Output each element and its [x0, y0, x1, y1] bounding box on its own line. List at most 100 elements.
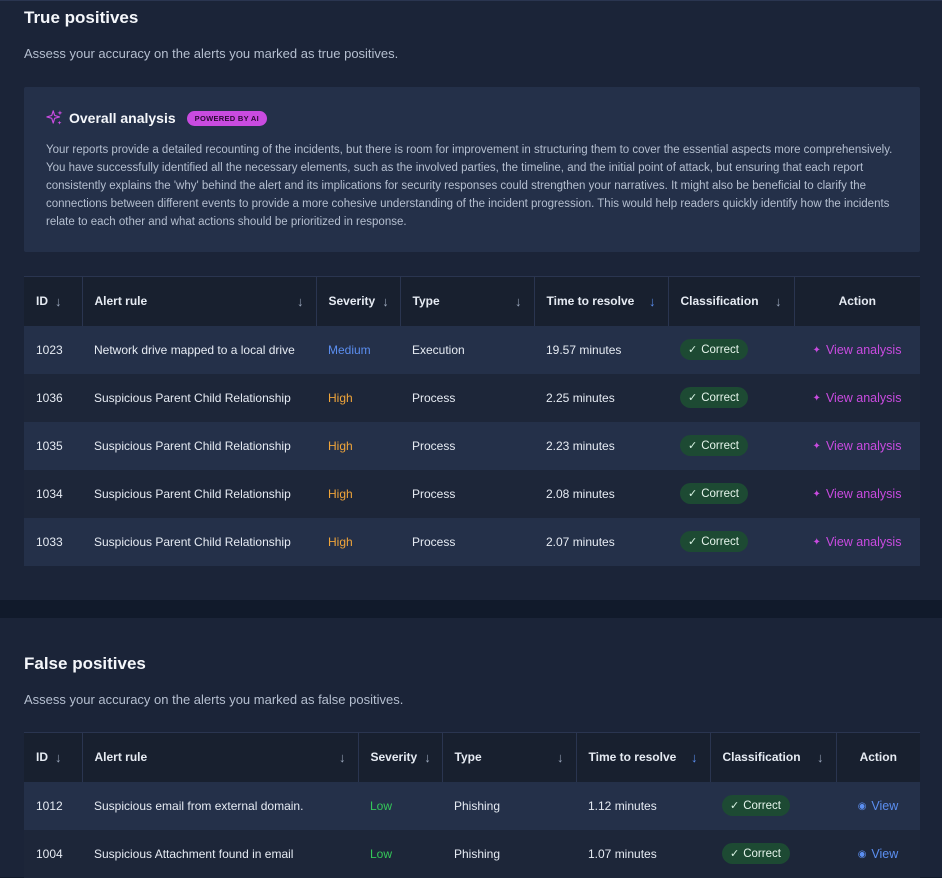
eye-icon: ◉	[857, 848, 867, 860]
sort-arrow-icon[interactable]: ↓	[382, 294, 389, 309]
sort-arrow-icon[interactable]: ↓	[691, 750, 698, 765]
column-header-type[interactable]: Type ↓	[442, 732, 577, 782]
table-row: 1033 Suspicious Parent Child Relationshi…	[24, 517, 920, 566]
cell-severity: High	[316, 373, 400, 422]
overall-analysis-title: Overall analysis	[69, 110, 176, 126]
view-link[interactable]: ◉ View	[858, 847, 899, 861]
true-positives-title: True positives	[24, 8, 139, 27]
correct-badge: ✓ Correct	[722, 795, 790, 816]
column-header-time-to-resolve[interactable]: Time to resolve ↓	[576, 732, 711, 782]
view-analysis-link[interactable]: ✦ View analysis	[813, 343, 902, 357]
table-row: 1036 Suspicious Parent Child Relationshi…	[24, 373, 920, 422]
sort-arrow-icon[interactable]: ↓	[817, 750, 824, 765]
correct-badge: ✓ Correct	[680, 339, 748, 360]
sort-arrow-icon[interactable]: ↓	[515, 294, 522, 309]
cell-type: Phishing	[442, 829, 576, 878]
correct-badge: ✓ Correct	[680, 483, 748, 504]
cell-type: Process	[400, 469, 534, 518]
cell-time-to-resolve: 2.25 minutes	[534, 373, 668, 422]
cell-type: Process	[400, 517, 534, 566]
column-header-classification[interactable]: Classification ↓	[710, 732, 837, 782]
false-positives-table: ID ↓ Alert rule ↓ Severity ↓ Type ↓ Time to …	[24, 732, 920, 878]
cell-type: Execution	[400, 325, 534, 374]
cell-id: 1012	[24, 781, 82, 830]
sort-arrow-icon[interactable]: ↓	[339, 750, 346, 765]
sort-arrow-icon[interactable]: ↓	[557, 750, 564, 765]
table-row: 1023 Network drive mapped to a local dri…	[24, 325, 920, 374]
cell-alert-rule: Suspicious Parent Child Relationship	[82, 421, 316, 470]
column-header-alert-rule[interactable]: Alert rule ↓	[82, 732, 359, 782]
cell-alert-rule: Suspicious email from external domain.	[82, 781, 358, 830]
view-link[interactable]: ◉ View	[858, 799, 899, 813]
cell-id: 1033	[24, 517, 82, 566]
sort-arrow-icon[interactable]: ↓	[55, 750, 62, 765]
view-analysis-link[interactable]: ✦ View analysis	[813, 439, 902, 453]
sort-arrow-icon[interactable]: ↓	[297, 294, 304, 309]
sparkles-icon: ✦	[812, 536, 821, 548]
table-row: 1012 Suspicious email from external doma…	[24, 781, 920, 830]
correct-badge: ✓ Correct	[680, 435, 748, 456]
eye-icon: ◉	[857, 800, 867, 812]
cell-alert-rule: Suspicious Parent Child Relationship	[82, 373, 316, 422]
check-icon: ✓	[688, 536, 698, 548]
cell-severity: Medium	[316, 325, 400, 374]
overall-analysis-text: Your reports provide a detailed recounti…	[46, 144, 893, 228]
cell-time-to-resolve: 2.23 minutes	[534, 421, 668, 470]
false-positives-description: Assess your accuracy on the alerts you m…	[24, 692, 404, 707]
cell-alert-rule: Suspicious Parent Child Relationship	[82, 469, 316, 518]
view-analysis-link[interactable]: ✦ View analysis	[813, 535, 902, 549]
sparkles-icon: ✦	[812, 344, 821, 356]
check-icon: ✓	[730, 848, 740, 860]
sparkles-icon: ✦	[812, 440, 821, 452]
overall-analysis-card: Overall analysis POWERED BY AI Your repo…	[24, 87, 920, 252]
column-header-severity[interactable]: Severity ↓	[316, 276, 401, 326]
column-header-severity[interactable]: Severity ↓	[358, 732, 443, 782]
view-analysis-link[interactable]: ✦ View analysis	[813, 391, 902, 405]
cell-id: 1004	[24, 829, 82, 878]
cell-type: Phishing	[442, 781, 576, 830]
cell-alert-rule: Network drive mapped to a local drive	[82, 325, 316, 374]
cell-time-to-resolve: 2.08 minutes	[534, 469, 668, 518]
correct-badge: ✓ Correct	[722, 843, 790, 864]
powered-by-ai-badge: POWERED BY AI	[186, 110, 267, 126]
cell-time-to-resolve: 19.57 minutes	[534, 325, 668, 374]
table-header-row: ID ↓ Alert rule ↓ Severity ↓ Type ↓ Time to …	[24, 732, 920, 782]
column-header-id[interactable]: ID ↓	[24, 732, 83, 782]
cell-severity: Low	[358, 781, 442, 830]
check-icon: ✓	[688, 392, 698, 404]
column-header-alert-rule[interactable]: Alert rule ↓	[82, 276, 317, 326]
cell-severity: High	[316, 517, 400, 566]
sort-arrow-icon[interactable]: ↓	[55, 294, 62, 309]
cell-severity: High	[316, 469, 400, 518]
cell-alert-rule: Suspicious Parent Child Relationship	[82, 517, 316, 566]
column-header-classification[interactable]: Classification ↓	[668, 276, 795, 326]
cell-id: 1034	[24, 469, 82, 518]
false-positives-title: False positives	[24, 654, 146, 673]
table-row: 1004 Suspicious Attachment found in emai…	[24, 829, 920, 878]
cell-time-to-resolve: 2.07 minutes	[534, 517, 668, 566]
check-icon: ✓	[688, 344, 698, 356]
cell-id: 1035	[24, 421, 82, 470]
true-positives-description: Assess your accuracy on the alerts you m…	[24, 46, 399, 61]
cell-id: 1036	[24, 373, 82, 422]
check-icon: ✓	[688, 440, 698, 452]
sparkles-icon: ✦	[812, 392, 821, 404]
correct-badge: ✓ Correct	[680, 387, 748, 408]
column-header-time-to-resolve[interactable]: Time to resolve ↓	[534, 276, 669, 326]
cell-type: Process	[400, 421, 534, 470]
cell-type: Process	[400, 373, 534, 422]
sort-arrow-icon[interactable]: ↓	[775, 294, 782, 309]
sort-arrow-icon[interactable]: ↓	[649, 294, 656, 309]
column-header-type[interactable]: Type ↓	[400, 276, 535, 326]
cell-alert-rule: Suspicious Attachment found in email	[82, 829, 358, 878]
sort-arrow-icon[interactable]: ↓	[424, 750, 431, 765]
sparkles-icon	[46, 110, 63, 125]
column-header-id[interactable]: ID ↓	[24, 276, 83, 326]
table-row: 1034 Suspicious Parent Child Relationshi…	[24, 469, 920, 518]
cell-id: 1023	[24, 325, 82, 374]
table-row: 1035 Suspicious Parent Child Relationshi…	[24, 421, 920, 470]
view-analysis-link[interactable]: ✦ View analysis	[813, 487, 902, 501]
column-header-action: Action	[794, 276, 920, 326]
cell-time-to-resolve: 1.12 minutes	[576, 781, 710, 830]
cell-severity: Low	[358, 829, 442, 878]
